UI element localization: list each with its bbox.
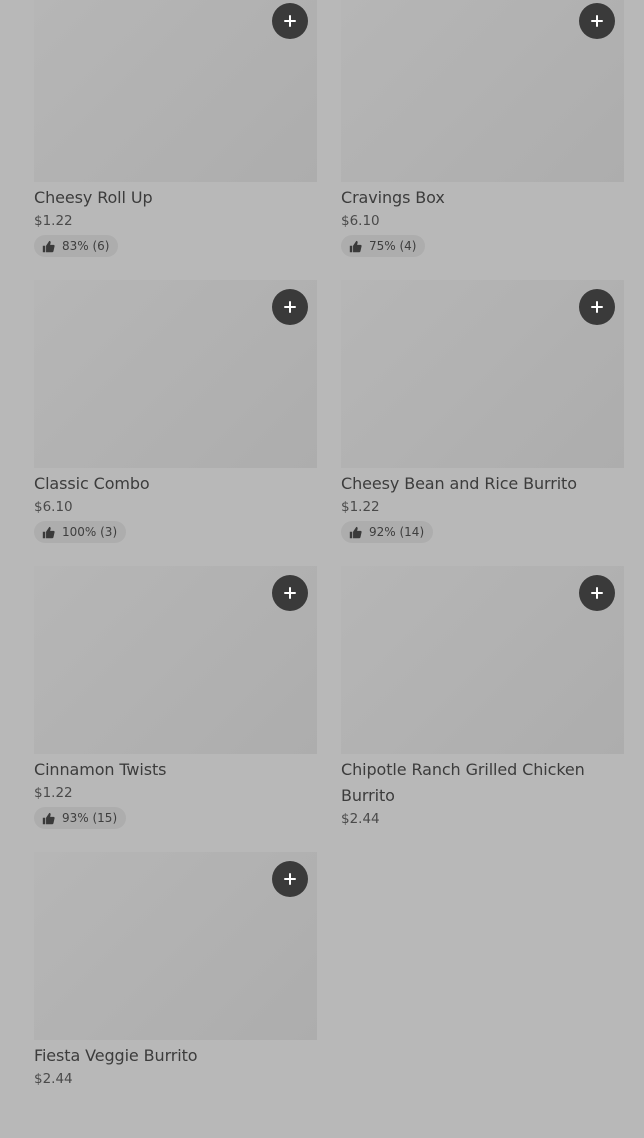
rating-badge: 83% (6) [34, 235, 119, 257]
rating-text: 93% (15) [62, 811, 118, 825]
rating-badge: 100% (3) [34, 521, 127, 543]
rating-text: 100% (3) [62, 525, 118, 539]
item-price: $1.22 [34, 213, 73, 229]
item-price: $2.44 [341, 811, 380, 827]
item-image[interactable] [34, 0, 317, 182]
add-to-cart-button[interactable] [272, 575, 308, 611]
rating-badge: 92% (14) [341, 521, 434, 543]
add-to-cart-button[interactable] [579, 289, 615, 325]
plus-icon [284, 587, 296, 599]
menu-item-card[interactable]: Classic Combo $6.10 100% (3) [34, 280, 317, 566]
item-name: Classic Combo [34, 474, 150, 493]
menu-grid: Cheesy Roll Up $1.22 83% (6) Cravings Bo… [34, 0, 624, 1138]
plus-icon [591, 15, 603, 27]
rating-badge: 75% (4) [341, 235, 426, 257]
thumbs-up-icon [42, 526, 55, 539]
thumbs-up-icon [349, 240, 362, 253]
thumbs-up-icon [42, 812, 55, 825]
add-to-cart-button[interactable] [272, 289, 308, 325]
item-image[interactable] [341, 280, 624, 468]
item-price: $1.22 [34, 785, 73, 801]
item-price: $6.10 [34, 499, 73, 515]
add-to-cart-button[interactable] [272, 861, 308, 897]
item-image[interactable] [34, 566, 317, 754]
item-image[interactable] [34, 852, 317, 1040]
plus-icon [284, 15, 296, 27]
item-price: $6.10 [341, 213, 380, 229]
thumbs-up-icon [42, 240, 55, 253]
plus-icon [591, 587, 603, 599]
menu-item-card[interactable]: Cheesy Bean and Rice Burrito $1.22 92% (… [341, 280, 624, 566]
add-to-cart-button[interactable] [272, 3, 308, 39]
rating-text: 75% (4) [369, 239, 417, 253]
menu-item-card[interactable]: Chipotle Ranch Grilled Chicken Burrito $… [341, 566, 624, 852]
item-price: $1.22 [341, 499, 380, 515]
item-price: $2.44 [34, 1071, 73, 1087]
menu-item-card[interactable]: Cinnamon Twists $1.22 93% (15) [34, 566, 317, 852]
item-name: Cheesy Roll Up [34, 188, 153, 207]
item-name: Cheesy Bean and Rice Burrito [341, 474, 577, 493]
rating-badge: 93% (15) [34, 807, 127, 829]
rating-text: 92% (14) [369, 525, 425, 539]
item-name: Cinnamon Twists [34, 760, 167, 779]
item-name: Chipotle Ranch Grilled Chicken Burrito [341, 760, 585, 805]
add-to-cart-button[interactable] [579, 575, 615, 611]
plus-icon [284, 301, 296, 313]
thumbs-up-icon [349, 526, 362, 539]
plus-icon [284, 873, 296, 885]
item-name: Fiesta Veggie Burrito [34, 1046, 198, 1065]
item-image[interactable] [34, 280, 317, 468]
item-name: Cravings Box [341, 188, 445, 207]
plus-icon [591, 301, 603, 313]
item-image[interactable] [341, 0, 624, 182]
menu-item-card[interactable]: Cheesy Roll Up $1.22 83% (6) [34, 0, 317, 280]
item-image[interactable] [341, 566, 624, 754]
menu-item-card[interactable]: Cravings Box $6.10 75% (4) [341, 0, 624, 280]
add-to-cart-button[interactable] [579, 3, 615, 39]
menu-item-card[interactable]: Fiesta Veggie Burrito $2.44 [34, 852, 317, 1138]
rating-text: 83% (6) [62, 239, 110, 253]
